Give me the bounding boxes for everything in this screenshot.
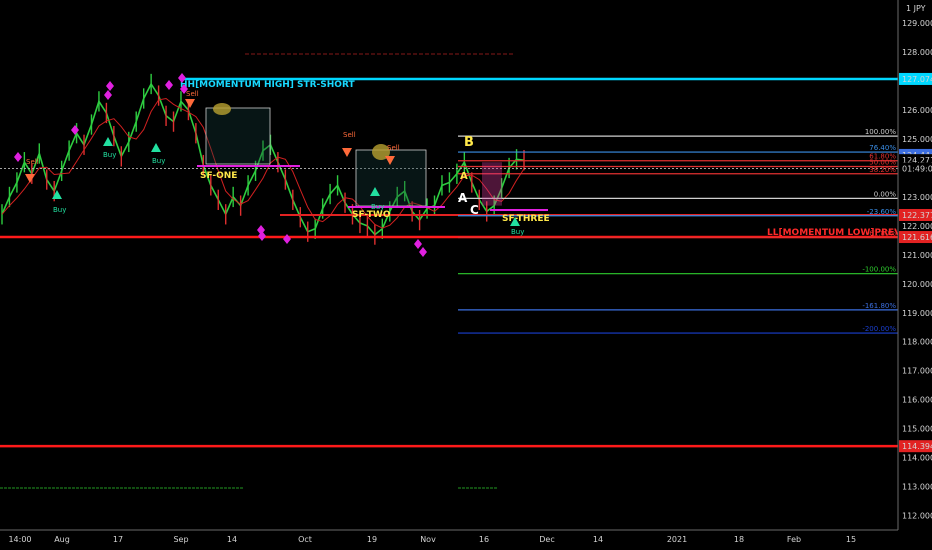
x-tick-label: Sep	[173, 535, 188, 544]
y-tick-label: 128.000	[902, 48, 932, 57]
fib-level-label: 76.40%	[869, 144, 896, 152]
sf-three-label: SF-THREE	[502, 214, 550, 224]
buy-label: Buy	[103, 151, 116, 159]
price-badge-label: 127.074	[902, 75, 932, 84]
x-tick-label: Oct	[298, 535, 312, 544]
y-tick-label: 125.000	[902, 135, 932, 144]
y-tick-label: 117.000	[902, 367, 932, 376]
sell-arrow	[25, 174, 35, 183]
price-badge-label: 01:49:06	[902, 165, 932, 174]
fib-level-label: 38.20%	[869, 166, 896, 174]
y-tick-label: 129.000	[902, 19, 932, 28]
buy-arrow	[151, 143, 161, 152]
diamond-marker	[14, 152, 22, 162]
sell-label: Sell	[343, 131, 356, 139]
x-tick-label: 14	[227, 535, 237, 544]
y-tick-label: 114.000	[902, 454, 932, 463]
x-tick-label: 14	[593, 535, 603, 544]
price-chart[interactable]: 100.00%76.40%61.80%50.00%38.20%0.00%-23.…	[0, 0, 932, 550]
currency-tag: 1 JPY	[906, 4, 926, 13]
x-tick-label: 15	[846, 535, 856, 544]
y-tick-label: 126.000	[902, 106, 932, 115]
fib-level-label: 100.00%	[865, 128, 896, 136]
fib-level-label: 0.00%	[874, 190, 897, 198]
buy-label: Buy	[371, 203, 384, 211]
sell-label: Sell	[26, 158, 39, 166]
pink-zone	[482, 162, 502, 206]
y-tick-label: 112.000	[902, 512, 932, 521]
price-badge-label: 122.377	[902, 211, 932, 220]
horizontal-lines-layer	[0, 53, 898, 489]
wave-a-label: A	[458, 191, 468, 205]
sell-label: Sell	[186, 90, 199, 98]
sf-one-marker	[213, 103, 231, 115]
wave-v-a-label: A	[460, 171, 468, 182]
fib-level-label: -100.00%	[862, 266, 896, 274]
y-tick-label: 118.000	[902, 338, 932, 347]
y-tick-label: 122.000	[902, 222, 932, 231]
buy-label: Buy	[152, 157, 165, 165]
buy-label: Buy	[511, 228, 524, 236]
diamond-marker	[419, 247, 427, 257]
y-tick-label: 119.000	[902, 309, 932, 318]
diamond-marker	[106, 81, 114, 91]
buy-label: Buy	[53, 206, 66, 214]
price-badge-label: 114.394	[902, 442, 932, 451]
y-tick-label: 120.000	[902, 280, 932, 289]
hh-label: HH[MOMENTUM HIGH] STR-SHORT	[180, 80, 355, 90]
x-tick-label: Aug	[54, 535, 70, 544]
fib-level-label: -200.00%	[862, 325, 896, 333]
price-badge-label: 121.616	[902, 233, 932, 242]
y-tick-label: 115.000	[902, 425, 932, 434]
diamond-marker	[71, 125, 79, 135]
sell-label: Sell	[387, 144, 400, 152]
x-tick-label: 2021	[667, 535, 687, 544]
wave-b-label: B	[464, 135, 474, 150]
x-tick-label: 17	[113, 535, 123, 544]
buy-arrow	[103, 137, 113, 146]
diamond-marker	[104, 90, 112, 100]
x-tick-label: 18	[734, 535, 744, 544]
diamond-marker	[165, 80, 173, 90]
x-tick-label: 19	[367, 535, 377, 544]
x-tick-label: 16	[479, 535, 489, 544]
x-ticks-layer: 14:00 Aug 17 Sep 14 Oct 19 Nov 16 Dec 14 2021 18 Feb 1…	[8, 535, 856, 544]
sell-arrow	[342, 148, 352, 157]
sf-one-box	[205, 107, 271, 165]
x-tick-label: Dec	[539, 535, 554, 544]
fib-level-label: -161.80%	[862, 302, 896, 310]
x-tick-label: Feb	[787, 535, 801, 544]
y-tick-label: 116.000	[902, 396, 932, 405]
diamond-marker	[283, 234, 291, 244]
sf-one-label: SF-ONE	[200, 171, 237, 181]
x-tick-label: 14:00	[8, 535, 31, 544]
x-tick-label: Nov	[420, 535, 436, 544]
y-tick-label: 113.000	[902, 483, 932, 492]
diamond-marker	[414, 239, 422, 249]
sf-two-label: SF-TWO	[352, 210, 391, 220]
y-tick-label: 121.000	[902, 251, 932, 260]
wave-c-label: C	[470, 203, 479, 217]
price-series-layer	[0, 73, 898, 245]
y-tick-label: 123.000	[902, 193, 932, 202]
fib-level-label: -23.60%	[867, 208, 897, 216]
